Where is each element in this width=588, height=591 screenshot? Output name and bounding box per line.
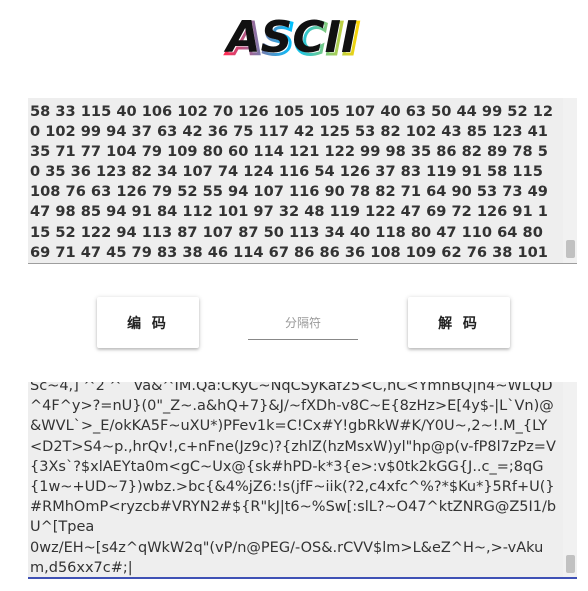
separator-input[interactable] [248,306,358,340]
ascii-logo-graphic: ASCII ASCII [224,12,361,67]
plain-text-scrollbar[interactable] [563,382,577,577]
ascii-logo: ASCII ASCII [0,6,588,68]
plain-text-scroll-thumb[interactable] [566,555,575,573]
ascii-code-scroll-thumb[interactable] [566,240,575,258]
plain-text-textarea[interactable]: Sc~4,] ^2 ^ `Va&^IM.Qa:CKyC~NqCSyKaf25<C… [28,382,577,579]
plain-text-content[interactable]: Sc~4,] ^2 ^ `Va&^IM.Qa:CKyC~NqCSyKaf25<C… [28,382,577,577]
ascii-code-content[interactable]: 58 33 115 40 106 102 70 126 105 105 107 … [28,98,577,263]
separator-field-wrapper [248,306,358,340]
encode-button[interactable]: 编 码 [97,297,199,348]
ascii-code-textarea[interactable]: 58 33 115 40 106 102 70 126 105 105 107 … [28,98,577,264]
decode-button[interactable]: 解 码 [408,297,510,348]
logo-text: ASCII [224,12,358,63]
ascii-code-scrollbar[interactable] [563,98,577,263]
